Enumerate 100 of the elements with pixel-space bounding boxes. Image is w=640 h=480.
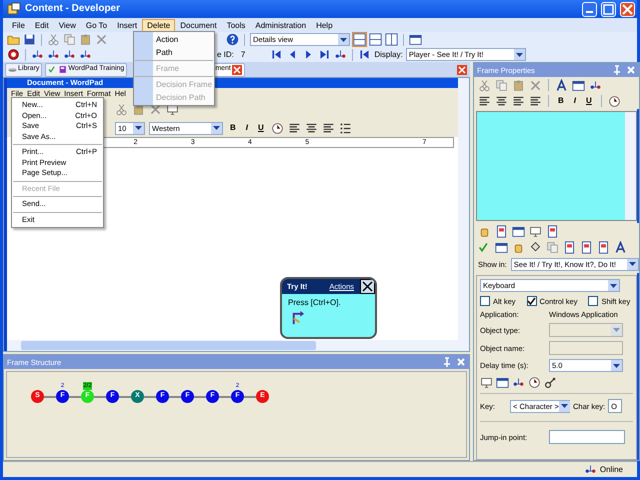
check-mark-icon [527, 297, 536, 305]
rectangle-icon[interactable] [496, 376, 509, 389]
close-icon[interactable] [456, 357, 466, 367]
bubble-text: Press [Ctrl+O]. [287, 297, 342, 309]
monitor-icon[interactable] [529, 224, 542, 238]
help-icon[interactable] [226, 33, 239, 46]
caret-icon [212, 124, 221, 132]
close-icon[interactable] [457, 64, 467, 74]
checkbox[interactable] [480, 296, 490, 306]
arrow-icon[interactable] [290, 310, 305, 325]
key-icon[interactable] [544, 376, 557, 389]
font-icon[interactable] [614, 240, 627, 254]
connector-line [94, 396, 106, 398]
caret-icon [628, 260, 637, 268]
menu-item[interactable]: Tools [222, 18, 250, 32]
connector-line [44, 396, 56, 398]
caret-icon [560, 402, 569, 410]
close-icon [362, 281, 373, 292]
menu-item[interactable]: Path [134, 46, 214, 59]
vertical-scrollbar[interactable] [625, 112, 636, 220]
menu-item[interactable]: Go To [80, 18, 112, 32]
menu-item[interactable]: Action [134, 33, 214, 46]
minimize-button[interactable] [582, 2, 597, 16]
connector-line [69, 396, 81, 398]
cut-icon[interactable] [47, 33, 60, 46]
format-button[interactable]: I [570, 96, 580, 106]
caret-icon [134, 124, 143, 132]
cut-icon[interactable] [115, 103, 128, 116]
maximize-button[interactable] [601, 2, 616, 16]
font-icon[interactable] [555, 78, 568, 92]
checkbox[interactable] [526, 296, 537, 306]
page-icon[interactable] [580, 240, 593, 254]
jump-in-field[interactable] [549, 430, 625, 444]
window-title: Content - Developer [25, 3, 122, 15]
format-button[interactable]: B [227, 123, 239, 133]
menu-item[interactable]: Help [311, 18, 338, 32]
caret-icon [612, 326, 621, 334]
justify-icon[interactable] [529, 94, 542, 108]
align-right-icon[interactable] [322, 122, 335, 134]
connector-line [194, 396, 206, 398]
close-icon[interactable] [626, 65, 636, 75]
split-view-icon[interactable] [369, 33, 382, 46]
close-icon [622, 4, 633, 14]
caret-icon [609, 282, 618, 290]
connector-line [119, 396, 131, 398]
connector-line [219, 396, 231, 398]
menu-item[interactable]: Delete [142, 18, 176, 32]
align-center-icon[interactable] [304, 122, 318, 134]
save-icon[interactable] [23, 33, 36, 46]
minimize-icon [586, 10, 593, 12]
page-icon[interactable] [597, 240, 610, 254]
bullets-icon[interactable] [338, 122, 352, 134]
align-center-icon[interactable] [495, 94, 508, 108]
connector-line [144, 396, 156, 398]
connector-line [169, 396, 181, 398]
caret-icon [339, 36, 348, 44]
format-button[interactable]: I [242, 123, 252, 133]
close-button[interactable] [360, 279, 375, 294]
pin-icon[interactable] [442, 357, 452, 367]
caret-icon [612, 362, 621, 370]
align-left-icon[interactable] [288, 122, 301, 134]
caret-icon [514, 50, 524, 58]
window-icon[interactable] [409, 33, 422, 46]
display-label: Display: [374, 50, 403, 60]
check-icon [48, 65, 58, 74]
split-view-icon[interactable] [353, 33, 366, 46]
connector-line [244, 396, 256, 398]
menu-item[interactable]: View [54, 18, 81, 32]
menu-item[interactable]: Insert [112, 18, 142, 32]
last-icon[interactable] [318, 48, 332, 61]
pin-icon[interactable] [612, 65, 622, 75]
maximize-icon [603, 4, 614, 14]
close-icon[interactable] [232, 64, 242, 74]
checkbox[interactable] [588, 296, 598, 306]
record-icon[interactable] [7, 48, 20, 61]
align-right-icon[interactable] [512, 94, 525, 108]
format-button[interactable]: U [583, 96, 595, 106]
side-by-side-icon[interactable] [385, 33, 398, 46]
id-value: 7 [240, 50, 246, 60]
menu-item[interactable]: Administration [250, 18, 312, 32]
paste-icon[interactable] [132, 103, 145, 116]
clock-icon[interactable] [528, 376, 541, 389]
page-icon[interactable] [495, 224, 508, 238]
first-icon[interactable] [270, 48, 284, 61]
status-text: Online [600, 464, 623, 474]
window-icon[interactable] [512, 224, 525, 238]
horizontal-scrollbar[interactable] [7, 340, 458, 351]
format-button[interactable]: B [555, 96, 567, 106]
page-icon[interactable] [563, 240, 576, 254]
menu-item[interactable]: Edit [30, 18, 54, 32]
align-left-icon[interactable] [478, 94, 491, 108]
vertical-scrollbar[interactable] [458, 78, 469, 351]
id-label: e ID: [217, 50, 234, 60]
book-icon [58, 65, 68, 74]
app-icon [7, 2, 21, 16]
page-icon[interactable] [546, 224, 559, 238]
object-name-field[interactable] [549, 341, 623, 355]
menu-item[interactable]: Document [175, 18, 222, 32]
menu-item[interactable]: File [7, 18, 30, 32]
format-button[interactable]: U [255, 123, 267, 133]
